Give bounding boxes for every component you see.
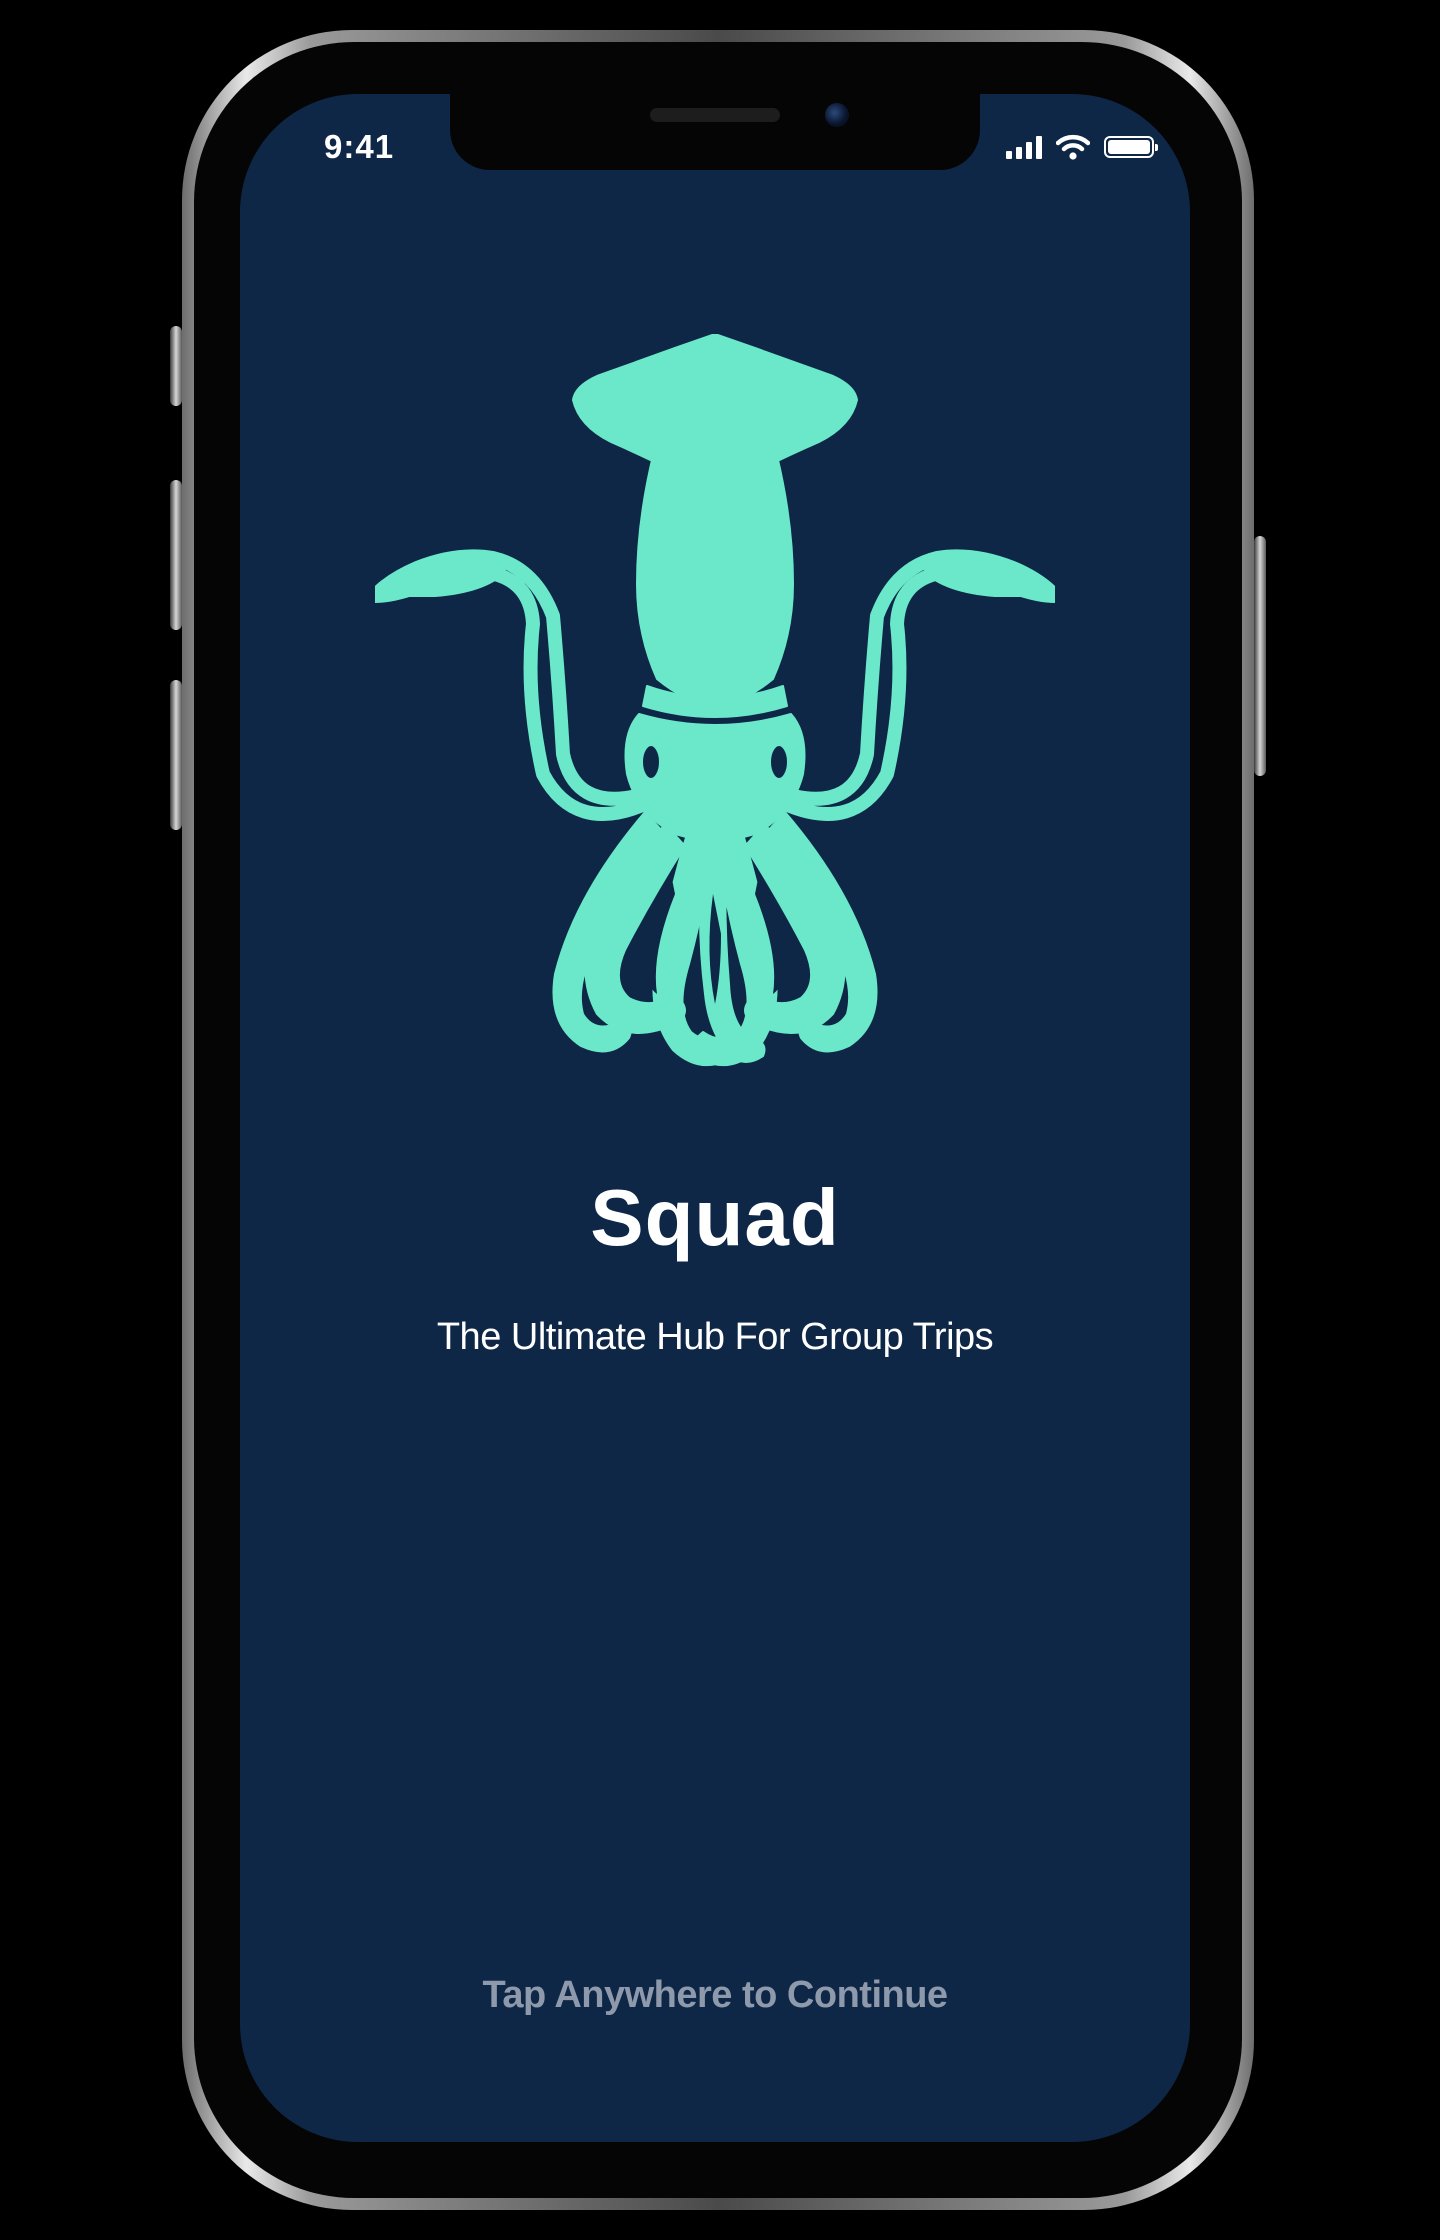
app-screen[interactable]: 9:41 Squad The Ultimate Hub For Group Tr… [240, 94, 1190, 2142]
volume-up-button [170, 480, 182, 630]
status-bar-icons [1006, 134, 1158, 160]
squid-icon [375, 334, 1055, 1067]
app-title: Squad [590, 1173, 840, 1262]
earpiece-speaker [650, 108, 780, 122]
mute-switch [170, 326, 182, 406]
battery-level [1108, 140, 1150, 154]
front-camera [825, 103, 849, 127]
cellular-signal-icon [1006, 135, 1042, 159]
wifi-icon [1056, 134, 1090, 160]
volume-down-button [170, 680, 182, 830]
app-subtitle: The Ultimate Hub For Group Trips [436, 1316, 994, 1358]
battery-icon [1104, 136, 1158, 158]
tap-to-continue-prompt[interactable]: Tap Anywhere to Continue [240, 1974, 1190, 2017]
device-mockup-stage: 9:41 Squad The Ultimate Hub For Group Tr… [0, 0, 1440, 2240]
status-bar-time: 9:41 [324, 128, 395, 165]
power-button [1254, 536, 1266, 776]
camera-notch [450, 94, 980, 170]
